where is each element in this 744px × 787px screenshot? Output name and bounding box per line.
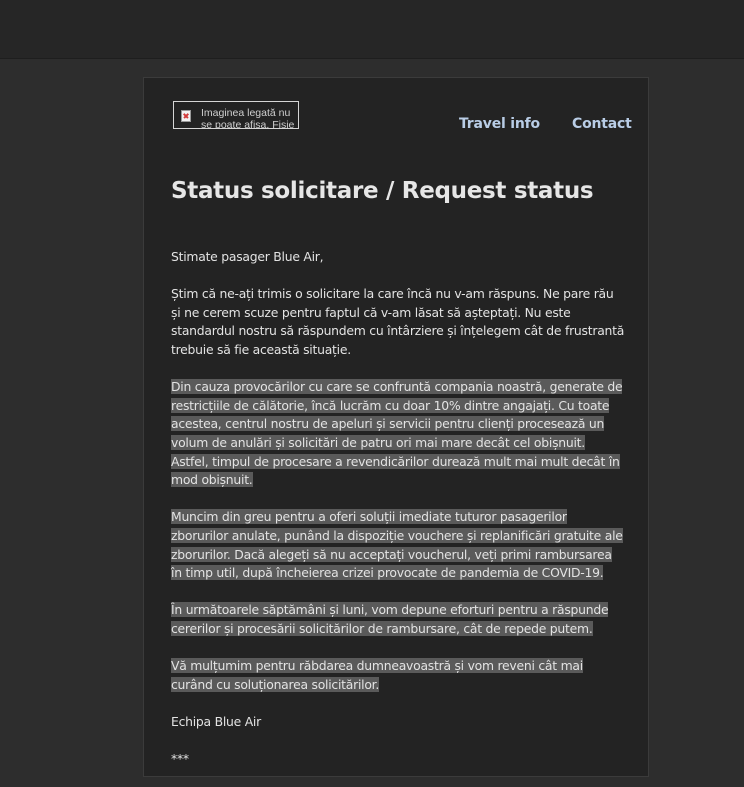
signature: Echipa Blue Air: [171, 713, 261, 729]
email-message: Stimate pasager Blue Air, Știm că ne-ați…: [171, 248, 626, 787]
page-title: Status solicitare / Request status: [171, 178, 594, 204]
top-toolbar: [0, 0, 744, 59]
broken-image-icon: [181, 110, 191, 122]
selected-text: Din cauza provocărilor cu care se confru…: [171, 379, 623, 488]
paragraph-thanks: Vă mulțumim pentru răbdarea dumneavoastr…: [171, 657, 626, 694]
paragraph-staff: Din cauza provocărilor cu care se confru…: [171, 378, 626, 490]
selected-text: Vă mulțumim pentru răbdarea dumneavoastr…: [171, 658, 583, 692]
paragraph-refunds: În următoarele săptămâni și luni, vom de…: [171, 601, 626, 638]
paragraph-vouchers: Muncim din greu pentru a oferi soluții i…: [171, 508, 626, 582]
nav-link-contact[interactable]: Contact: [572, 116, 632, 132]
paragraph-text: Știm că ne-ați trimis o solicitare la ca…: [171, 286, 625, 357]
broken-logo-image[interactable]: Imaginea legată nu se poate afișa. Fișie: [173, 101, 299, 129]
selected-text: În următoarele săptămâni și luni, vom de…: [171, 602, 609, 636]
greeting: Stimate pasager Blue Air,: [171, 249, 324, 264]
separator: ***: [171, 751, 189, 767]
logo-alt-text: Imaginea legată nu se poate afișa. Fișie: [201, 107, 295, 129]
selected-text: Muncim din greu pentru a oferi soluții i…: [171, 509, 623, 581]
nav-link-travel-info[interactable]: Travel info: [459, 116, 540, 132]
paragraph-apology: Știm că ne-ați trimis o solicitare la ca…: [171, 285, 626, 359]
